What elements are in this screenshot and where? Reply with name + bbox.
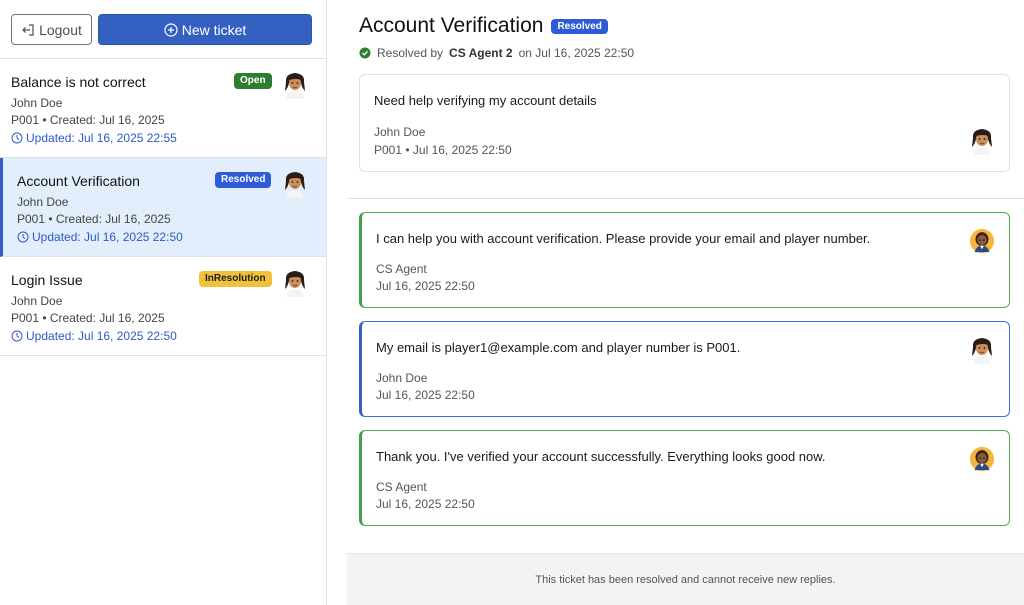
- ticket-item-login-issue[interactable]: Login Issue InResolution John Doe P001 •…: [0, 257, 326, 356]
- message-text: Thank you. I've verified your account su…: [376, 449, 826, 464]
- message-author: CS Agent: [376, 262, 427, 276]
- reply-message: I can help you with account verification…: [359, 212, 1010, 308]
- page-title: Account Verification: [359, 14, 544, 37]
- message-meta: P001 • Jul 16, 2025 22:50: [374, 143, 512, 157]
- ticket-updated: Updated: Jul 16, 2025 22:55: [11, 131, 177, 145]
- reply-message: Thank you. I've verified your account su…: [359, 430, 1010, 526]
- avatar: [969, 445, 995, 473]
- reply-message: My email is player1@example.com and play…: [359, 321, 1010, 417]
- ticket-updated-text: Updated: Jul 16, 2025 22:50: [26, 329, 177, 343]
- status-badge-open: Open: [234, 73, 272, 89]
- message-text: I can help you with account verification…: [376, 231, 871, 246]
- original-message: Need help verifying my account details J…: [359, 74, 1010, 172]
- clock-icon: [11, 132, 23, 144]
- status-badge: Resolved: [551, 18, 608, 34]
- logout-label: Logout: [39, 21, 82, 38]
- message-date: Jul 16, 2025 22:50: [376, 388, 475, 402]
- clock-icon: [17, 231, 29, 243]
- message-author: John Doe: [376, 371, 428, 385]
- ticket-item-balance[interactable]: Balance is not correct Open John Doe P00…: [0, 59, 326, 158]
- logout-icon: [22, 23, 34, 36]
- ticket-meta: P001 • Created: Jul 16, 2025: [17, 212, 171, 226]
- ticket-user: John Doe: [11, 96, 63, 110]
- ticket-meta: P001 • Created: Jul 16, 2025: [11, 113, 165, 127]
- ticket-title: Balance is not correct: [11, 74, 146, 90]
- divider: [347, 198, 1024, 199]
- status-badge-resolved: Resolved: [215, 172, 272, 188]
- sidebar-toolbar: Logout New ticket: [0, 0, 326, 59]
- ticket-title: Login Issue: [11, 272, 83, 288]
- ticket-updated-text: Updated: Jul 16, 2025 22:55: [26, 131, 177, 145]
- message-date: Jul 16, 2025 22:50: [376, 279, 475, 293]
- ticket-detail: Account Verification Resolved Resolved b…: [347, 0, 1024, 605]
- clock-icon: [11, 330, 23, 342]
- check-circle-icon: [359, 47, 371, 59]
- avatar: [969, 127, 995, 155]
- message-text: Need help verifying my account details: [374, 93, 597, 108]
- status-badge-in-resolution: InResolution: [199, 271, 272, 287]
- message-author: CS Agent: [376, 480, 427, 494]
- ticket-updated: Updated: Jul 16, 2025 22:50: [17, 230, 183, 244]
- message-date: Jul 16, 2025 22:50: [376, 497, 475, 511]
- message-text: My email is player1@example.com and play…: [376, 340, 741, 355]
- ticket-updated: Updated: Jul 16, 2025 22:50: [11, 329, 177, 343]
- ticket-user: John Doe: [17, 195, 69, 209]
- resolved-info: Resolved by CS Agent 2 on Jul 16, 2025 2…: [359, 46, 634, 60]
- avatar: [969, 227, 995, 255]
- new-ticket-button[interactable]: New ticket: [98, 14, 312, 45]
- message-author: John Doe: [374, 125, 426, 139]
- avatar: [282, 170, 308, 198]
- ticket-item-account-verification[interactable]: Account Verification Resolved John Doe P…: [0, 158, 326, 257]
- ticket-user: John Doe: [11, 294, 63, 308]
- resolved-footer-notice: This ticket has been resolved and cannot…: [347, 553, 1024, 605]
- logout-button[interactable]: Logout: [11, 14, 92, 45]
- ticket-title: Account Verification: [17, 173, 140, 189]
- avatar: [969, 336, 995, 364]
- sidebar: Logout New ticket Balance is not correct…: [0, 0, 327, 605]
- ticket-meta: P001 • Created: Jul 16, 2025: [11, 311, 165, 325]
- ticket-updated-text: Updated: Jul 16, 2025 22:50: [32, 230, 183, 244]
- resolved-prefix: Resolved by: [377, 46, 444, 60]
- plus-circle-icon: [164, 22, 178, 37]
- ticket-header: Account Verification Resolved: [359, 14, 608, 38]
- avatar: [282, 269, 308, 297]
- new-ticket-label: New ticket: [181, 21, 247, 38]
- resolved-suffix: on Jul 16, 2025 22:50: [518, 46, 635, 60]
- resolved-by: CS Agent 2: [449, 46, 513, 60]
- avatar: [282, 71, 308, 99]
